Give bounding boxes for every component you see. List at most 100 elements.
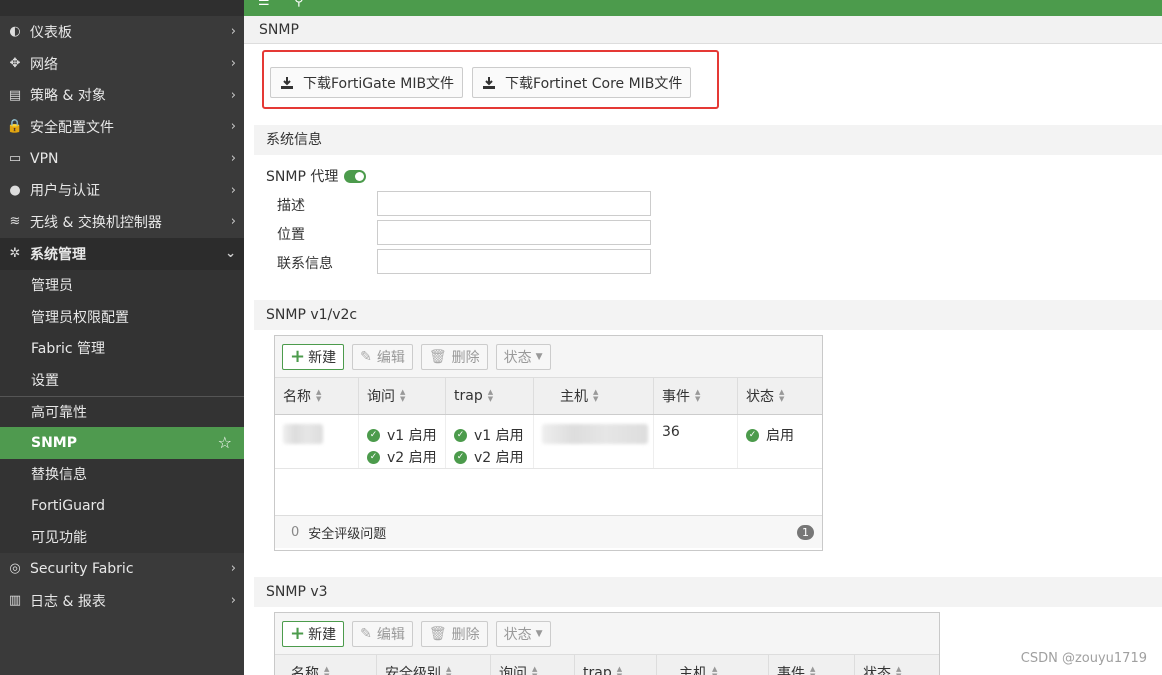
new-button-label: 新建 — [308, 626, 337, 643]
pencil-icon: ✎ — [360, 348, 372, 365]
search-icon[interactable]: ⚲ — [294, 0, 304, 9]
table-empty-area — [275, 469, 822, 515]
column-header-label: 询问 — [499, 666, 527, 675]
sidebar-subitem-label: 可见功能 — [31, 530, 87, 547]
sidebar-item-label: VPN — [30, 150, 59, 167]
sidebar-subitem-4[interactable]: 高可靠性 — [0, 395, 244, 427]
cell-trap: ✓ v1 启用 ✓ v2 启用 — [446, 415, 534, 468]
v1v2c-toolbar: + 新建 ✎ 编辑 🗑 删除 状态 ▼ — [275, 336, 822, 378]
column-header-name[interactable]: 名称 ▲▼ — [275, 378, 359, 414]
chevron-right-icon: › — [230, 119, 236, 135]
sort-icon: ▲▼ — [779, 388, 785, 403]
sidebar-subitem-label: FortiGuard — [31, 497, 105, 514]
sidebar-item-system[interactable]: ✲ 系统管理 ⌄ — [0, 237, 244, 270]
sidebar-item-5[interactable]: ● 用户与认证 › — [0, 174, 244, 206]
security-issue-count: 0 — [291, 524, 300, 540]
sidebar-subitem-0[interactable]: 管理员 — [0, 269, 244, 301]
column-header-host[interactable]: 主机 ▲▼ — [534, 378, 654, 414]
download-core-mib-label: 下载Fortinet Core MIB文件 — [505, 75, 683, 92]
sidebar-subitem-5[interactable]: SNMP ☆ — [0, 427, 244, 459]
column-header-host[interactable]: 主机 ▲▼ — [657, 655, 769, 675]
snmp-agent-toggle[interactable] — [344, 169, 367, 183]
download-fortigate-mib-label: 下载FortiGate MIB文件 — [303, 75, 455, 92]
edit-button[interactable]: ✎ 编辑 — [352, 620, 413, 647]
column-header-label: trap — [583, 665, 612, 675]
description-input[interactable] — [377, 191, 651, 216]
edit-button[interactable]: ✎ 编辑 — [352, 343, 413, 370]
new-button[interactable]: + 新建 — [282, 343, 345, 370]
sidebar-subitem-label: 管理员权限配置 — [31, 309, 129, 326]
delete-button[interactable]: 🗑 删除 — [420, 620, 488, 647]
download-fortigate-mib-button[interactable]: 下载FortiGate MIB文件 — [270, 67, 464, 98]
status-dropdown[interactable]: 状态 ▼ — [495, 343, 551, 370]
new-button[interactable]: + 新建 — [282, 620, 345, 647]
sidebar-item-4[interactable]: ▭ VPN › — [0, 143, 244, 175]
security-rating-label[interactable]: 安全评级问题 — [308, 523, 386, 542]
new-button-label: 新建 — [308, 349, 337, 366]
column-header-label: 事件 — [662, 389, 690, 405]
redacted-name — [283, 424, 323, 444]
sidebar-item-label: 系统管理 — [30, 246, 86, 263]
menu-icon[interactable]: ☰ — [258, 0, 270, 9]
column-header-events[interactable]: 事件 ▲▼ — [769, 655, 855, 675]
edit-button-label: 编辑 — [376, 349, 405, 366]
sidebar-item-6[interactable]: ≋ 无线 & 交换机控制器 › — [0, 206, 244, 238]
sidebar-subitem-label: SNMP — [31, 434, 77, 451]
trash-icon: 🗑 — [428, 348, 447, 365]
sort-icon: ▲▼ — [400, 388, 406, 403]
column-header-label: 主机 — [679, 666, 707, 675]
chevron-right-icon: › — [230, 561, 236, 577]
column-header-trap[interactable]: trap ▲▼ — [575, 655, 657, 675]
top-bar: ☰ ⚲ — [244, 0, 1162, 16]
column-header-security-level[interactable]: 安全级别 ▲▼ — [377, 655, 491, 675]
column-header-label: 主机 — [560, 389, 588, 405]
sort-icon: ▲▼ — [896, 665, 902, 675]
sidebar-bottom-item-1[interactable]: ▥ 日志 & 报表 › — [0, 585, 244, 617]
sidebar-bottom-item-0[interactable]: ◎ Security Fabric › — [0, 553, 244, 585]
sidebar-subitem-1[interactable]: 管理员权限配置 — [0, 301, 244, 333]
delete-button[interactable]: 🗑 删除 — [420, 343, 488, 370]
sidebar-item-3[interactable]: 🔒 安全配置文件 › — [0, 111, 244, 143]
sidebar-subitem-label: 设置 — [31, 372, 59, 389]
user-icon: ● — [9, 182, 21, 198]
row-count-badge: 1 — [797, 524, 814, 540]
column-header-label: 名称 — [291, 666, 319, 675]
contact-input[interactable] — [377, 249, 651, 274]
download-icon — [279, 76, 295, 90]
sidebar-item-2[interactable]: ▤ 策略 & 对象 › — [0, 79, 244, 111]
column-header-trap[interactable]: trap ▲▼ — [446, 378, 534, 414]
sort-icon: ▲▼ — [810, 665, 816, 675]
sidebar-item-label: Security Fabric — [30, 560, 134, 577]
sidebar-subitem-8[interactable]: 可见功能 — [0, 521, 244, 553]
sidebar-subitem-3[interactable]: 设置 — [0, 364, 244, 396]
check-circle-icon: ✓ — [454, 450, 467, 464]
v1v2c-table-header: 名称 ▲ ▼ 询问 ▲ ▼ trap ▲ ▼ 主机 ▲ ▼ 事件 ▲ ▼ 状态 ▲ ▼ — [275, 378, 822, 415]
sidebar-device-header — [0, 0, 244, 16]
status-dropdown-label: 状态 — [503, 349, 532, 366]
table-row[interactable]: ✓ v1 启用 ✓ v2 启用 ✓ v1 启用 ✓ v2 启用 36 ✓ 启用 — [275, 415, 822, 469]
status-dropdown[interactable]: 状态 ▼ — [495, 620, 551, 647]
sidebar-item-label: 无线 & 交换机控制器 — [30, 214, 162, 231]
cell-name — [275, 415, 359, 468]
column-header-status[interactable]: 状态 ▲▼ — [738, 378, 822, 414]
sidebar-item-1[interactable]: ✥ 网络 › — [0, 48, 244, 80]
column-header-name[interactable]: 名称 ▲▼ — [275, 655, 377, 675]
v3-toolbar: + 新建 ✎ 编辑 🗑 删除 状态 ▼ — [275, 613, 939, 655]
row-status-label: 启用 — [766, 428, 794, 444]
download-core-mib-button[interactable]: 下载Fortinet Core MIB文件 — [472, 67, 692, 98]
snmp-v1v2c-table: + 新建 ✎ 编辑 🗑 删除 状态 ▼ 名称 ▲ ▼ 询问 ▲ ▼ trap ▲ ▼ 主机 ▲ ▼ 事件… — [274, 335, 823, 551]
sidebar-item-0[interactable]: ◐ 仪表板 › — [0, 16, 244, 48]
sidebar-subitem-2[interactable]: Fabric 管理 — [0, 332, 244, 364]
sidebar-subitem-7[interactable]: FortiGuard — [0, 490, 244, 522]
snmp-v3-table: +新建 ✎编辑 🗑删除 状态▼ 名称▲▼ 安全级别▲▼ 询问▲▼ trap▲▼ … — [274, 612, 940, 675]
favorite-star-icon[interactable]: ☆ — [218, 433, 232, 452]
check-circle-icon: ✓ — [746, 428, 759, 442]
download-buttons: 下载FortiGate MIB文件 下载Fortinet Core MIB文件 — [270, 67, 692, 98]
location-input[interactable] — [377, 220, 651, 245]
column-header-status[interactable]: 状态 ▲▼ — [855, 655, 939, 675]
column-header-label: 名称 — [283, 389, 311, 405]
column-header-query[interactable]: 询问 ▲▼ — [491, 655, 575, 675]
column-header-events[interactable]: 事件 ▲▼ — [654, 378, 738, 414]
sidebar-subitem-6[interactable]: 替换信息 — [0, 458, 244, 490]
column-header-query[interactable]: 询问 ▲▼ — [359, 378, 446, 414]
